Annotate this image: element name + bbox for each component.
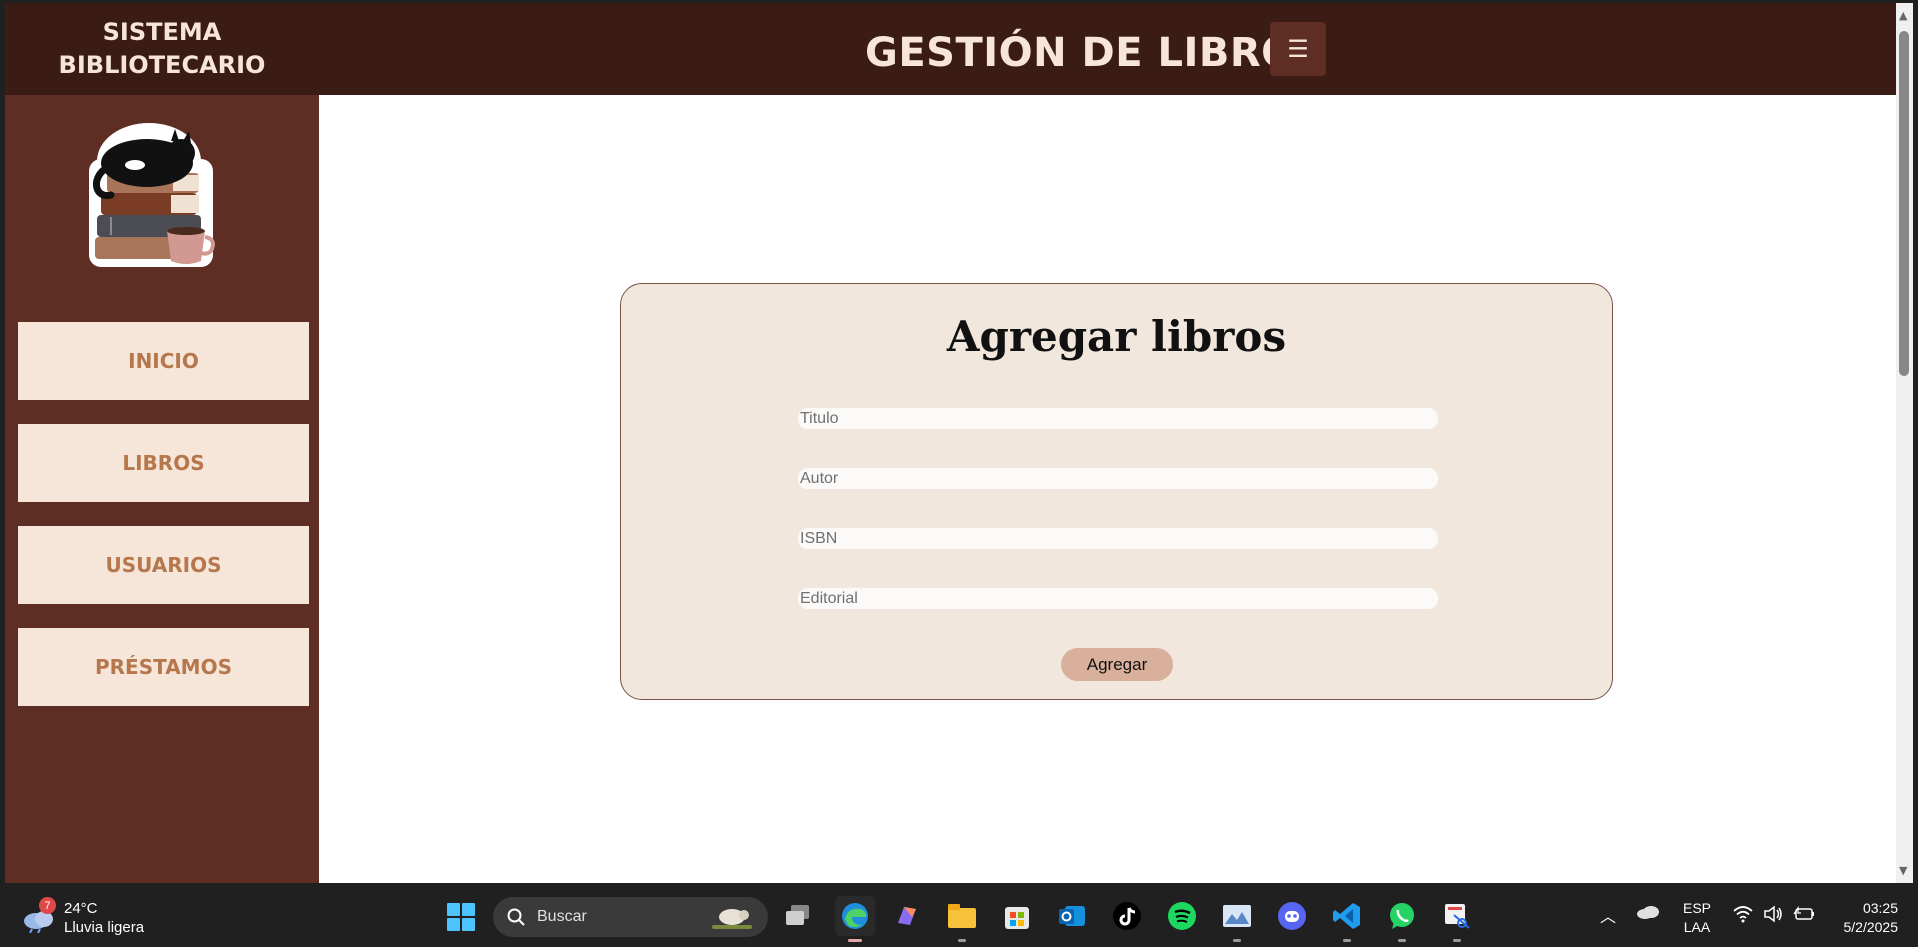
onedrive-icon[interactable] <box>1636 904 1660 920</box>
sidebar: INICIO LIBROS USUARIOS PRÉSTAMOS <box>5 95 319 883</box>
brand-line-2: BIBLIOTECARIO <box>58 51 266 79</box>
search-icon <box>507 908 525 926</box>
clock-time: 03:25 <box>1862 900 1898 916</box>
weather-badge: 7 <box>39 897 56 914</box>
vscode-icon[interactable] <box>1330 899 1364 933</box>
clock-date: 5/2/2025 <box>1843 919 1899 935</box>
scroll-thumb[interactable] <box>1899 31 1909 376</box>
edge-active-indicator <box>848 939 862 942</box>
sidebar-item-label: PRÉSTAMOS <box>94 655 232 679</box>
file-explorer-indicator <box>958 939 966 942</box>
hamburger-menu-button[interactable]: ☰ <box>1270 22 1326 76</box>
scroll-up-icon[interactable]: ▲ <box>1899 9 1907 22</box>
form-title: Agregar libros <box>946 312 1287 361</box>
top-header: SISTEMA BIBLIOTECARIO GESTIÓN DE LIBROS … <box>5 3 1896 95</box>
system-clock[interactable]: 03:25 5/2/2025 <box>1844 899 1899 937</box>
sidebar-item-prestamos[interactable]: PRÉSTAMOS <box>18 628 309 706</box>
title-input[interactable] <box>798 408 1438 429</box>
author-input[interactable] <box>798 468 1438 489</box>
chevron-up-icon[interactable]: ︿ <box>1600 903 1616 927</box>
edge-icon[interactable] <box>835 896 875 936</box>
sidebar-item-inicio[interactable]: INICIO <box>18 322 309 400</box>
sidebar-item-label: LIBROS <box>122 451 205 475</box>
cloud-rain-icon: 7 <box>22 897 56 934</box>
scroll-down-icon[interactable]: ▼ <box>1899 864 1907 877</box>
taskbar: 7 24°C Lluvia ligera Buscar ︿ ESP LAA 03… <box>0 887 1918 947</box>
sheep-icon <box>712 909 752 929</box>
browser-viewport: SISTEMA BIBLIOTECARIO GESTIÓN DE LIBROS … <box>5 3 1896 883</box>
task-view-icon[interactable] <box>781 899 815 933</box>
volume-icon <box>1764 905 1782 923</box>
sidebar-item-label: INICIO <box>128 349 199 373</box>
snipping-tool-indicator <box>1453 939 1461 942</box>
battery-icon <box>1793 905 1814 920</box>
sidebar-item-label: USUARIOS <box>105 553 222 577</box>
brand-line-1: SISTEMA <box>102 18 222 46</box>
sidebar-item-libros[interactable]: LIBROS <box>18 424 309 502</box>
isbn-input[interactable] <box>798 528 1438 549</box>
sidebar-item-usuarios[interactable]: USUARIOS <box>18 526 309 604</box>
microsoft-store-icon[interactable] <box>1000 899 1034 933</box>
page-title: GESTIÓN DE LIBROS <box>865 30 1325 76</box>
snipping-tool-icon[interactable] <box>1440 899 1474 933</box>
wifi-icon <box>1733 906 1753 923</box>
photos-icon[interactable] <box>1220 899 1254 933</box>
add-book-form: Agregar libros Agregar <box>620 283 1613 700</box>
library-logo <box>89 123 215 267</box>
weather-temp: 24°C <box>64 900 98 917</box>
file-explorer-icon[interactable] <box>945 899 979 933</box>
publisher-input[interactable] <box>798 588 1438 609</box>
hamburger-icon: ☰ <box>1287 35 1309 63</box>
weather-condition: Lluvia ligera <box>64 919 145 936</box>
main-content: Agregar libros Agregar <box>319 95 1896 883</box>
whatsapp-icon[interactable] <box>1385 899 1419 933</box>
language-line-1: ESP <box>1683 900 1712 916</box>
system-tray[interactable] <box>1733 905 1815 923</box>
language-indicator[interactable]: ESP LAA <box>1683 899 1711 937</box>
spotify-icon[interactable] <box>1165 899 1199 933</box>
page-scrollbar[interactable]: ▲ ▼ <box>1896 3 1913 883</box>
discord-icon[interactable] <box>1275 899 1309 933</box>
whatsapp-indicator <box>1398 939 1406 942</box>
search-label: Buscar <box>537 908 587 925</box>
brand-title: SISTEMA BIBLIOTECARIO <box>5 3 319 95</box>
add-button[interactable]: Agregar <box>1061 648 1173 681</box>
language-line-2: LAA <box>1683 919 1711 935</box>
copilot-icon[interactable] <box>890 899 924 933</box>
outlook-icon[interactable] <box>1055 899 1089 933</box>
taskbar-search[interactable]: Buscar <box>493 897 768 937</box>
tiktok-icon[interactable] <box>1110 899 1144 933</box>
vscode-indicator <box>1343 939 1351 942</box>
windows-start-icon[interactable] <box>446 902 476 932</box>
weather-widget[interactable]: 7 24°C Lluvia ligera <box>22 897 145 937</box>
photos-indicator <box>1233 939 1241 942</box>
